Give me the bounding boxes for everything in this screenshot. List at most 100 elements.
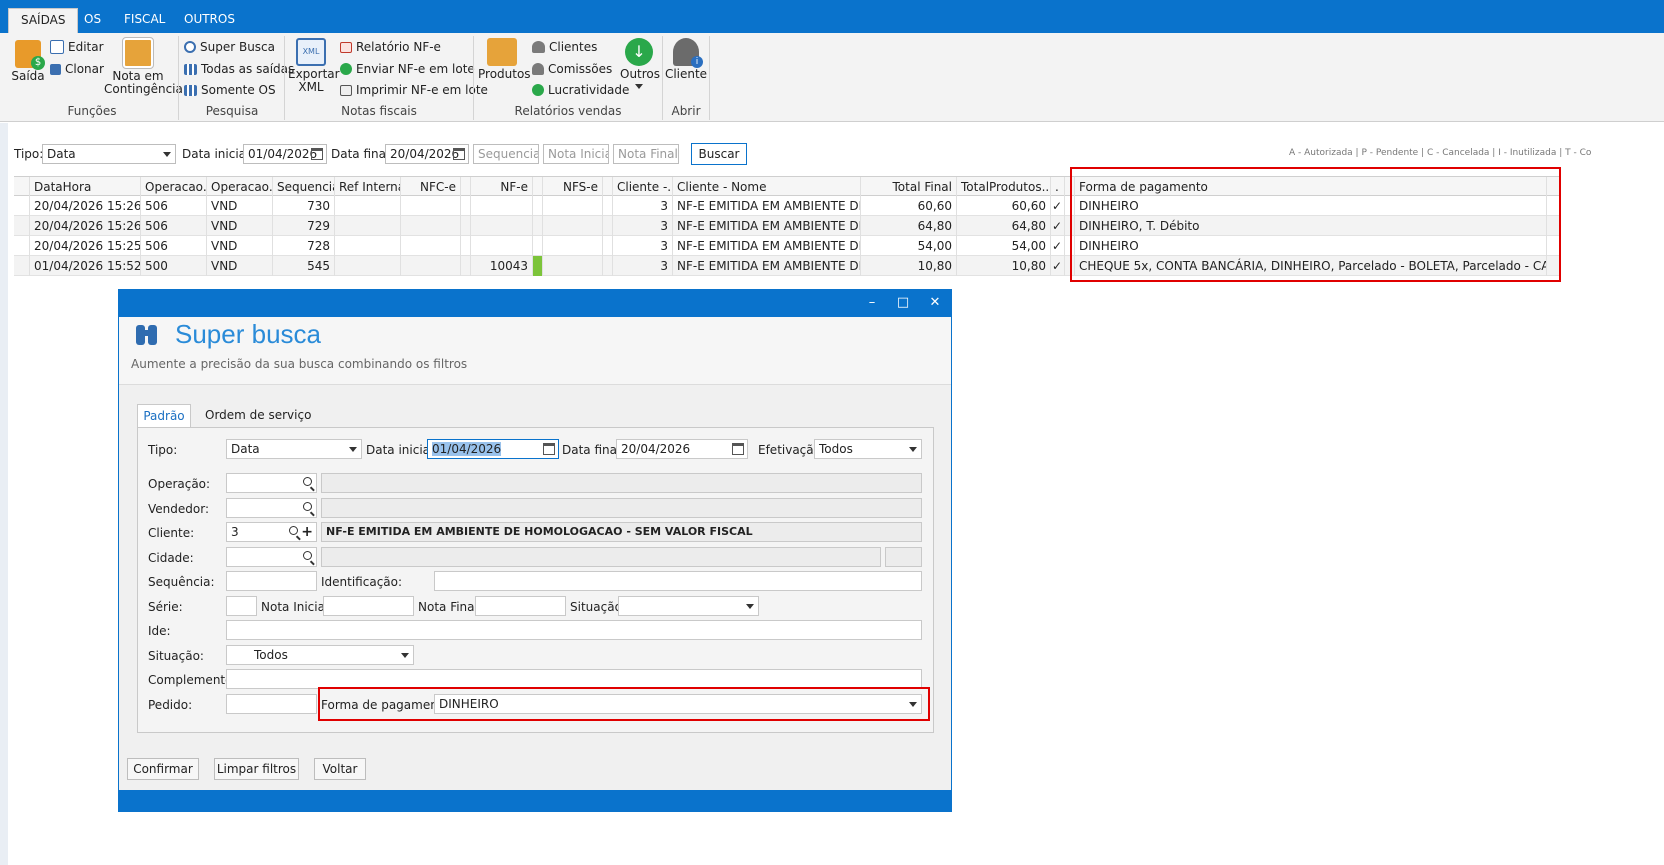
cliente-label: Cliente: (148, 526, 195, 540)
nota-inicial-input[interactable]: Nota Inicial (543, 144, 609, 164)
search-icon[interactable] (289, 526, 298, 535)
check-icon[interactable]: ✓ (1051, 216, 1065, 236)
col-operacao[interactable]: Operacao... (141, 177, 207, 197)
col-operacao-tipo[interactable]: Operacao... (207, 177, 273, 197)
tipo-select[interactable]: Data (42, 144, 176, 164)
calendar-icon[interactable] (311, 148, 323, 160)
confirmar-button[interactable]: Confirmar (127, 758, 199, 780)
super-busca-button[interactable]: Super Busca (184, 40, 275, 54)
cell-tipo: VND (207, 196, 273, 216)
check-icon[interactable]: ✓ (1051, 236, 1065, 256)
identificacao-input[interactable] (434, 571, 922, 591)
tab-ordem-servico[interactable]: Ordem de serviço (199, 404, 317, 428)
tab-fiscal[interactable]: FISCAL (112, 8, 177, 33)
imprimir-nfe-button[interactable]: Imprimir NF-e em lote (340, 83, 488, 97)
data-inicial-input[interactable]: 01/04/2026 (243, 144, 327, 164)
close-icon[interactable]: ✕ (927, 295, 943, 310)
lucratividade-button[interactable]: Lucratividade (532, 83, 629, 97)
limpar-filtros-button[interactable]: Limpar filtros (214, 758, 299, 780)
cell-produtos: 64,80 (957, 216, 1051, 236)
tipo-label: Tipo: (148, 443, 178, 457)
enviar-nfe-button[interactable]: Enviar NF-e em lote (340, 62, 475, 76)
data-final-input[interactable]: 20/04/2026 (385, 144, 469, 164)
saida-button[interactable]: $ Saída (8, 40, 48, 83)
search-icon[interactable] (303, 551, 312, 560)
cliente-nome: NF-E EMITIDA EM AMBIENTE DE HOMOLOGACAO … (321, 522, 922, 542)
cell-total: 54,00 (861, 236, 957, 256)
col-total-final[interactable]: Total Final (861, 177, 957, 197)
operacao-input[interactable] (226, 473, 317, 493)
cell-cliente-id: 3 (613, 196, 673, 216)
col-ref-interna[interactable]: Ref Interna (335, 177, 401, 197)
check-icon[interactable]: ✓ (1051, 196, 1065, 216)
col-total-produtos[interactable]: TotalProdutos... (957, 177, 1051, 197)
col-datahora[interactable]: DataHora (30, 177, 141, 197)
grid-icon (184, 63, 197, 75)
complemento-input[interactable] (226, 669, 922, 689)
tab-outros[interactable]: OUTROS (172, 8, 247, 33)
data-inicial-input[interactable]: 01/04/2026 (427, 439, 559, 459)
situacao-nf-select[interactable] (618, 596, 759, 616)
sequencia-input[interactable]: Sequencia (473, 144, 539, 164)
search-icon[interactable] (303, 502, 312, 511)
search-icon[interactable] (303, 477, 312, 486)
ide-input[interactable] (226, 620, 922, 640)
vendedor-input[interactable] (226, 498, 317, 518)
relatorio-nfe-button[interactable]: Relatório NF-e (340, 40, 441, 54)
serie-input[interactable] (226, 596, 257, 616)
situacao-select[interactable]: Todos (226, 645, 414, 665)
cell-nfse-status (603, 256, 613, 276)
col-sequencia[interactable]: Sequencia (273, 177, 335, 197)
exportar-xml-button[interactable]: XML Exportar XML (288, 38, 340, 94)
outros-button[interactable]: ↓ Outros (620, 38, 660, 89)
buscar-button[interactable]: Buscar (691, 143, 747, 165)
clonar-button[interactable]: Clonar (50, 62, 104, 76)
cell-nfe (471, 196, 533, 216)
somente-os-button[interactable]: Somente OS (184, 83, 276, 97)
check-icon[interactable]: ✓ (1051, 256, 1065, 276)
col-cliente-id[interactable]: Cliente -... (613, 177, 673, 197)
tab-padrao[interactable]: Padrão (137, 404, 191, 428)
pedido-input[interactable] (226, 694, 317, 714)
cliente-open-button[interactable]: i Cliente (664, 38, 708, 81)
chevron-down-icon (349, 447, 357, 452)
produtos-button[interactable]: Produtos (478, 38, 531, 81)
calendar-icon[interactable] (453, 148, 465, 160)
col-nfe-status[interactable] (533, 177, 543, 197)
cidade-input[interactable] (226, 547, 317, 567)
cliente-input[interactable]: 3 + (226, 522, 317, 542)
col-check[interactable]: . (1051, 177, 1065, 197)
tab-saidas[interactable]: SAÍDAS (8, 8, 79, 34)
col-cliente-nome[interactable]: Cliente - Nome (673, 177, 861, 197)
nota-inicial-input[interactable] (323, 596, 414, 616)
minimize-icon[interactable]: – (864, 295, 880, 310)
maximize-icon[interactable]: □ (895, 295, 911, 310)
nota-inicial-label: Nota Inicial: (261, 600, 333, 614)
nota-final-input[interactable] (475, 596, 566, 616)
calendar-icon[interactable] (732, 443, 744, 455)
calendar-icon[interactable] (543, 443, 555, 455)
data-inicial-value: 01/04/2026 (248, 147, 318, 161)
group-label-pesquisa: Pesquisa (205, 104, 259, 118)
comissoes-button[interactable]: Comissões (532, 62, 612, 76)
clientes-report-label: Clientes (549, 40, 598, 54)
tab-os[interactable]: OS (72, 8, 113, 33)
ide-label: Ide: (148, 624, 171, 638)
efetivacao-select[interactable]: Todos (814, 439, 922, 459)
plus-icon[interactable]: + (301, 523, 313, 541)
super-busca-label: Super Busca (200, 40, 276, 54)
col-nfse-status[interactable] (603, 177, 613, 197)
voltar-button[interactable]: Voltar (314, 758, 366, 780)
col-nfce[interactable]: NFC-e (401, 177, 461, 197)
clientes-report-button[interactable]: Clientes (532, 40, 597, 54)
editar-button[interactable]: Editar (50, 40, 104, 54)
col-nfse[interactable]: NFS-e (543, 177, 603, 197)
tipo-select[interactable]: Data (226, 439, 362, 459)
col-nfce-status[interactable] (461, 177, 471, 197)
data-final-input[interactable]: 20/04/2026 (616, 439, 748, 459)
nota-final-input[interactable]: Nota Final (613, 144, 679, 164)
sequencia-input[interactable] (226, 571, 317, 591)
col-nfe[interactable]: NF-e (471, 177, 533, 197)
contingencia-button[interactable]: Nota em Contingência (104, 37, 183, 96)
todas-saidas-button[interactable]: Todas as saídas (184, 62, 294, 76)
